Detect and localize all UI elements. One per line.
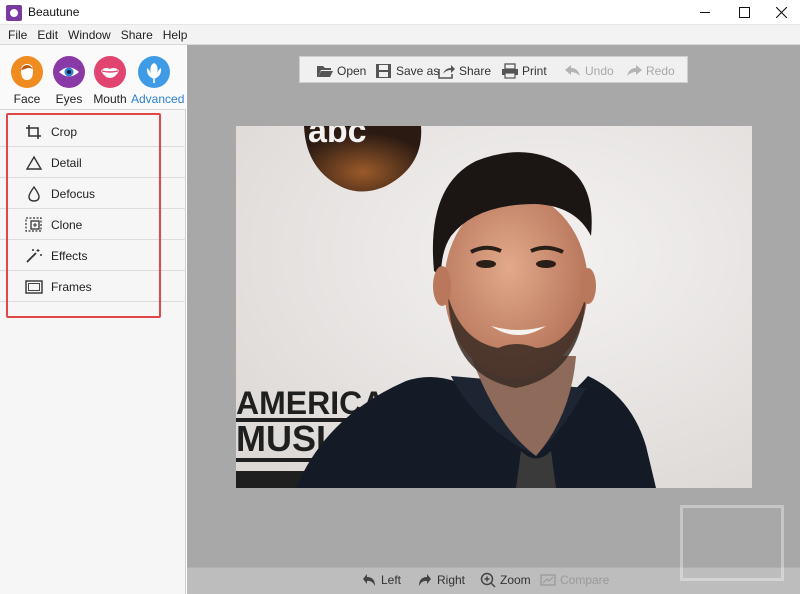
clone-icon <box>25 217 42 232</box>
tool-crop-label: Crop <box>51 125 78 139</box>
crop-icon <box>26 125 41 139</box>
top-toolbar: Open Save as Share Print Undo Redo <box>299 56 688 83</box>
rotate-right-label: Right <box>437 573 466 587</box>
tab-mouth[interactable]: Mouth <box>90 53 130 108</box>
tab-advanced[interactable]: Advanced <box>131 53 185 108</box>
tab-eyes-label: Eyes <box>55 92 83 106</box>
rotate-left-label: Left <box>381 573 402 587</box>
compare-label: Compare <box>560 573 610 587</box>
share-button[interactable]: Share <box>438 57 491 84</box>
triangle-icon <box>25 155 43 170</box>
save-as-button[interactable]: Save as <box>375 57 439 84</box>
tool-detail-label: Detail <box>51 156 82 170</box>
redo-button[interactable]: Redo <box>625 57 675 84</box>
print-button[interactable]: Print <box>501 57 547 84</box>
maximize-button[interactable] <box>725 0 763 24</box>
menu-help[interactable]: Help <box>158 25 193 45</box>
tab-face[interactable]: Face <box>7 53 47 108</box>
compare-button[interactable]: Compare <box>540 572 609 588</box>
portrait-photo: abc AMERICA MUSI <box>236 126 752 488</box>
zoom-icon <box>480 572 496 588</box>
tool-frames[interactable]: Frames <box>0 271 186 302</box>
title-bar: Beautune <box>0 0 800 25</box>
sign-line-2: MUSI <box>236 418 326 459</box>
open-button[interactable]: Open <box>316 57 366 84</box>
tool-defocus-label: Defocus <box>51 187 96 201</box>
photo-canvas[interactable]: abc AMERICA MUSI <box>236 126 752 488</box>
sidebar: Face Eyes Mouth Advanced Crop Detail Def… <box>0 45 186 594</box>
rotate-left-button[interactable]: Left <box>361 572 401 588</box>
tab-eyes[interactable]: Eyes <box>49 53 89 108</box>
close-button[interactable] <box>762 0 800 24</box>
magic-wand-icon <box>26 249 42 263</box>
open-label: Open <box>337 63 367 78</box>
frame-icon <box>25 280 43 294</box>
tool-effects-label: Effects <box>51 249 88 263</box>
minimize-button[interactable] <box>686 0 724 24</box>
folder-icon <box>317 65 333 77</box>
zoom-label: Zoom <box>500 573 531 587</box>
window-title: Beautune <box>28 5 80 19</box>
print-label: Print <box>522 63 547 78</box>
menu-share[interactable]: Share <box>116 25 158 45</box>
redo-icon <box>627 64 642 76</box>
tool-defocus[interactable]: Defocus <box>0 178 186 209</box>
printer-icon <box>502 62 518 79</box>
tool-crop[interactable]: Crop <box>0 116 186 147</box>
tab-face-label: Face <box>13 92 41 106</box>
undo-label: Undo <box>585 63 614 78</box>
menu-edit[interactable]: Edit <box>32 25 63 45</box>
save-as-label: Save as <box>396 63 440 78</box>
menu-file[interactable]: File <box>3 25 32 45</box>
menu-window[interactable]: Window <box>63 25 116 45</box>
menu-bar: File Edit Window Share Help <box>0 25 800 45</box>
share-icon <box>438 64 455 79</box>
maximize-icon <box>738 6 750 18</box>
tool-clone[interactable]: Clone <box>0 209 186 240</box>
lips-icon <box>94 56 126 88</box>
tab-advanced-label: Advanced <box>131 92 185 106</box>
rotate-left-icon <box>363 574 375 586</box>
minimize-icon <box>700 11 710 13</box>
watermark-logo <box>680 505 784 581</box>
tool-clone-label: Clone <box>51 218 83 232</box>
tool-frames-label: Frames <box>51 280 92 294</box>
close-icon <box>775 6 787 18</box>
eye-icon <box>53 56 85 88</box>
tool-effects[interactable]: Effects <box>0 240 186 271</box>
undo-button[interactable]: Undo <box>564 57 614 84</box>
rotate-right-icon <box>419 574 431 586</box>
abc-logo-text: abc <box>308 126 367 150</box>
flower-icon <box>138 56 170 88</box>
share-label: Share <box>459 63 492 78</box>
app-logo-icon <box>6 5 22 21</box>
drop-icon <box>28 186 40 202</box>
compare-icon <box>540 574 556 586</box>
tool-list: Crop Detail Defocus Clone Effects Frames <box>0 116 186 302</box>
undo-icon <box>565 64 580 76</box>
zoom-button[interactable]: Zoom <box>480 572 531 588</box>
tab-mouth-label: Mouth <box>93 92 127 106</box>
save-icon <box>376 63 391 78</box>
tool-detail[interactable]: Detail <box>0 147 186 178</box>
rotate-right-button[interactable]: Right <box>417 572 465 588</box>
mode-tabs: Face Eyes Mouth Advanced <box>0 45 186 110</box>
face-icon <box>11 56 43 88</box>
redo-label: Redo <box>646 63 675 78</box>
